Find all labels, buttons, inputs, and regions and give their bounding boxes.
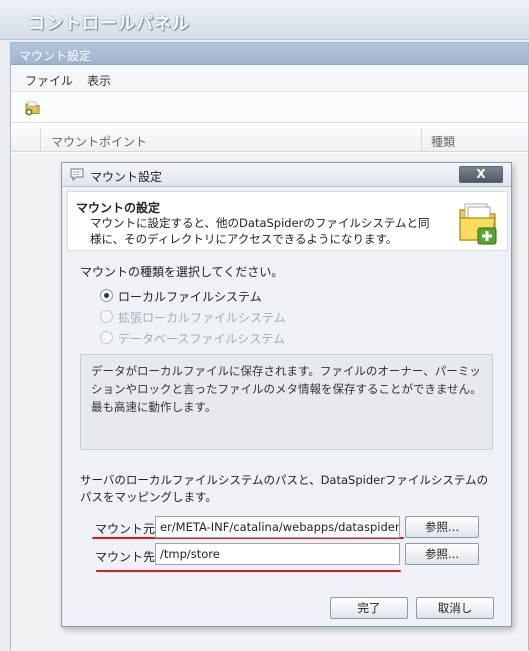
dialog-titlebar[interactable]: マウント設定 X <box>62 163 511 187</box>
toolbar <box>11 93 528 123</box>
type-description-box: データがローカルファイルに保存されます。ファイルのオーナー、パーミッションやロッ… <box>80 354 493 450</box>
speech-bubble-icon <box>70 168 84 181</box>
target-label: マウント先 <box>95 550 156 564</box>
app-title-bar: コントロールパネル <box>0 0 529 40</box>
source-path-input[interactable]: er/META-INF/catalina/webapps/dataspider <box>155 516 400 538</box>
finish-button[interactable]: 完了 <box>330 597 408 619</box>
type-prompt: マウントの種類を選択してください。 <box>80 265 284 279</box>
column-separator <box>40 128 41 152</box>
panel-title: マウント設定 <box>19 49 92 63</box>
mount-settings-dialog: マウント設定 X マウントの設定 マウントに設定すると、他のDataSpider… <box>61 162 512 627</box>
radio-label: データベースファイルシステム <box>118 332 286 346</box>
radio-button[interactable] <box>100 331 113 344</box>
source-label: マウント元 <box>95 522 156 536</box>
header-title: マウントの設定 <box>76 201 161 215</box>
menubar: ファイル 表示 <box>11 66 528 92</box>
panel-header: マウント設定 <box>11 43 528 65</box>
dialog-header: マウントの設定 マウントに設定すると、他のDataSpiderのファイルシステム… <box>67 191 508 251</box>
target-path-input[interactable]: /tmp/store <box>155 543 400 565</box>
radio-label: ローカルファイルシステム <box>118 290 262 304</box>
close-button[interactable]: X <box>459 166 503 183</box>
highlight-underline <box>96 570 401 572</box>
source-browse-button[interactable]: 参照... <box>405 516 479 538</box>
dialog-title: マウント設定 <box>90 170 163 184</box>
new-mount-icon[interactable] <box>25 100 41 116</box>
radio-button[interactable] <box>100 289 113 302</box>
menu-file[interactable]: ファイル <box>25 72 73 89</box>
column-separator <box>421 128 422 152</box>
add-folder-icon <box>459 203 497 245</box>
target-browse-button[interactable]: 参照... <box>405 543 479 565</box>
path-description: サーバのローカルファイルシステムのパスと、DataSpiderファイルシステムの… <box>80 473 489 504</box>
column-type[interactable]: 種類 <box>431 133 455 150</box>
radio-button[interactable] <box>100 310 113 323</box>
app-title: コントロールパネル <box>28 14 190 34</box>
type-description: データがローカルファイルに保存されます。ファイルのオーナー、パーミッションやロッ… <box>91 364 482 414</box>
mount-table-header: マウントポイント 種類 <box>11 128 528 152</box>
cancel-button[interactable]: 取消し <box>416 597 494 619</box>
column-mount-point[interactable]: マウントポイント <box>51 133 147 150</box>
header-description: マウントに設定すると、他のDataSpiderのファイルシステムと同様に、そのデ… <box>90 216 430 246</box>
radio-label: 拡張ローカルファイルシステム <box>118 311 286 325</box>
menu-view[interactable]: 表示 <box>87 72 111 89</box>
